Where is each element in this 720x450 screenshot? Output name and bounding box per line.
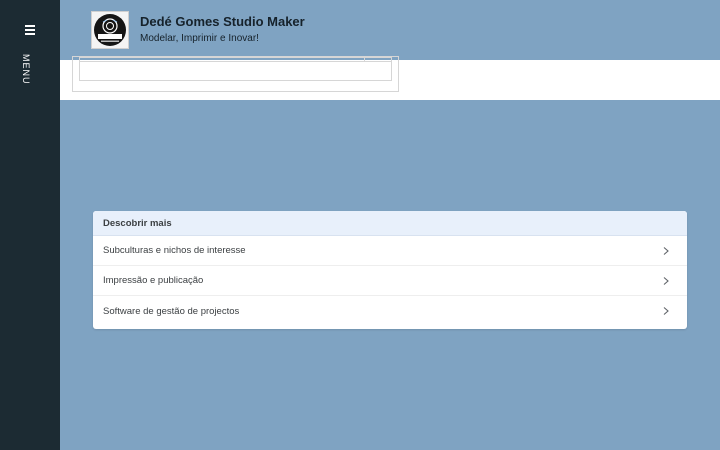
discover-item-software[interactable]: Software de gestão de projectos [93, 296, 687, 326]
discover-more-title: Descobrir mais [103, 217, 172, 229]
table-cell [365, 58, 392, 62]
hamburger-menu-icon[interactable] [20, 22, 40, 38]
table-cell [80, 58, 365, 62]
embedded-frame [72, 56, 399, 92]
discover-item-label: Software de gestão de projectos [103, 305, 240, 317]
chevron-right-icon [663, 246, 669, 255]
discover-item-label: Impressão e publicação [103, 275, 204, 286]
menu-label[interactable]: MENU [21, 54, 31, 85]
discover-more-card: Descobrir mais Subculturas e nichos de i… [93, 211, 687, 329]
discover-item-subculturas[interactable]: Subculturas e nichos de interesse [93, 236, 687, 266]
logo-image [94, 14, 126, 46]
discover-more-header: Descobrir mais [93, 211, 687, 236]
discover-item-impressao[interactable]: Impressão e publicação [93, 266, 687, 296]
site-logo[interactable] [91, 11, 129, 49]
embedded-table [79, 57, 392, 81]
sidebar: MENU [0, 0, 60, 450]
chevron-right-icon [663, 276, 669, 285]
chevron-right-icon [663, 307, 669, 315]
header: Dedé Gomes Studio Maker Modelar, Imprimi… [60, 0, 720, 60]
site-tagline: Modelar, Imprimir e Inovar! [140, 33, 259, 44]
site-title[interactable]: Dedé Gomes Studio Maker [140, 14, 305, 29]
content-strip [60, 56, 720, 100]
discover-item-label: Subculturas e nichos de interesse [103, 245, 246, 256]
